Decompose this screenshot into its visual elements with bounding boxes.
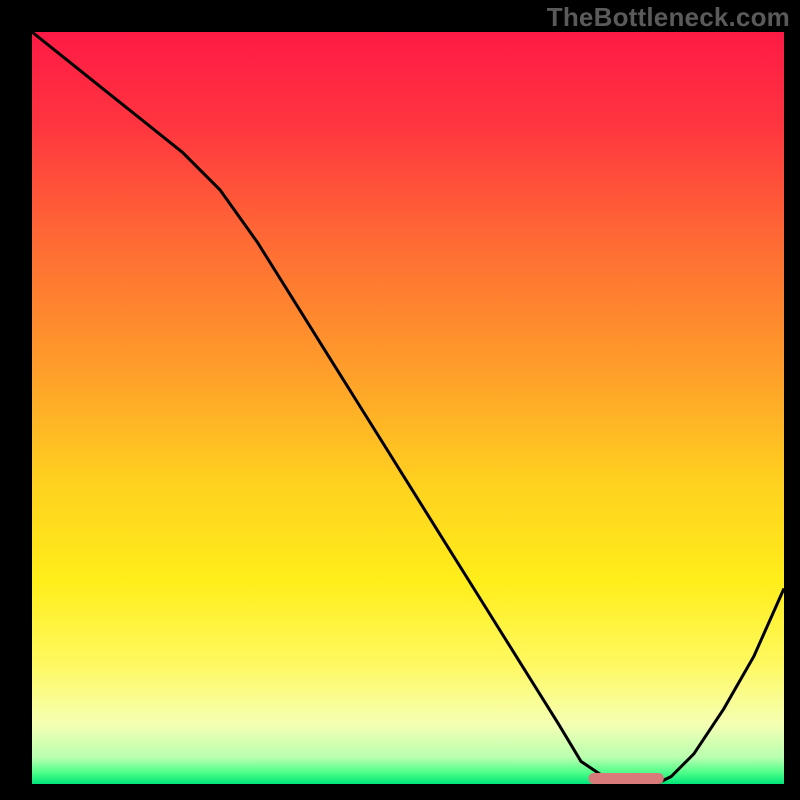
- plot-area: [32, 32, 784, 784]
- chart-container: TheBottleneck.com: [0, 0, 800, 800]
- optimum-marker: [589, 773, 664, 784]
- marker-layer: [32, 32, 784, 784]
- watermark-label: TheBottleneck.com: [547, 2, 790, 33]
